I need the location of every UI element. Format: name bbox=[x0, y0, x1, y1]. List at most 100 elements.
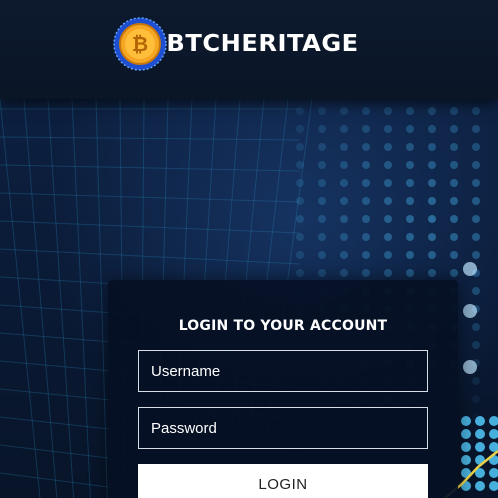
bg-dot bbox=[450, 215, 458, 223]
bg-dot bbox=[318, 197, 326, 205]
bg-dot bbox=[384, 161, 392, 169]
bg-dot bbox=[384, 251, 392, 259]
bg-dot bbox=[362, 215, 370, 223]
bg-dot bbox=[472, 125, 480, 133]
bg-dot bbox=[450, 233, 458, 241]
bg-dot bbox=[362, 233, 370, 241]
bg-dot bbox=[450, 107, 458, 115]
site-logo[interactable]: ₿ BTCHERITAGE bbox=[113, 16, 358, 72]
login-button[interactable]: LOGIN bbox=[138, 464, 428, 498]
bg-dot bbox=[428, 215, 436, 223]
bg-dot bbox=[384, 143, 392, 151]
bg-dot bbox=[340, 107, 348, 115]
bg-dot bbox=[475, 429, 485, 439]
grid-line bbox=[0, 220, 301, 234]
bg-dot bbox=[472, 323, 480, 331]
bg-dot bbox=[318, 233, 326, 241]
bg-dot bbox=[296, 215, 304, 223]
bg-dot bbox=[475, 481, 485, 491]
bg-dot bbox=[472, 197, 480, 205]
svg-text:₿: ₿ bbox=[132, 32, 148, 56]
bg-dot bbox=[296, 269, 304, 277]
bg-dot bbox=[428, 197, 436, 205]
bg-dot bbox=[318, 251, 326, 259]
bg-dot bbox=[463, 304, 477, 318]
bg-dot bbox=[461, 442, 471, 452]
bg-dot bbox=[472, 233, 480, 241]
bg-dot bbox=[296, 107, 304, 115]
login-title: LOGIN TO YOUR ACCOUNT bbox=[178, 318, 388, 334]
bg-dot bbox=[384, 107, 392, 115]
bg-dot bbox=[384, 215, 392, 223]
bg-dot bbox=[296, 251, 304, 259]
bg-dot bbox=[318, 179, 326, 187]
bg-dot bbox=[384, 197, 392, 205]
bg-dot bbox=[428, 251, 436, 259]
bg-dot bbox=[296, 143, 304, 151]
bg-dot bbox=[472, 377, 480, 385]
bg-dot bbox=[461, 416, 471, 426]
bg-dot bbox=[362, 197, 370, 205]
bg-dot bbox=[406, 269, 414, 277]
bg-dot bbox=[340, 215, 348, 223]
bg-dot bbox=[428, 269, 436, 277]
bg-dot bbox=[406, 197, 414, 205]
bg-dot bbox=[472, 107, 480, 115]
bg-dot bbox=[450, 179, 458, 187]
bg-dot bbox=[489, 481, 498, 491]
password-input[interactable] bbox=[138, 407, 428, 449]
bg-dot bbox=[362, 107, 370, 115]
bg-dot bbox=[472, 215, 480, 223]
bg-dot bbox=[428, 107, 436, 115]
bg-dot bbox=[318, 107, 326, 115]
bg-dot bbox=[318, 161, 326, 169]
bg-dot bbox=[428, 161, 436, 169]
bg-dot bbox=[340, 125, 348, 133]
bg-dot bbox=[489, 429, 498, 439]
bg-dot bbox=[384, 233, 392, 241]
bg-dot bbox=[475, 442, 485, 452]
bg-dot bbox=[340, 233, 348, 241]
bg-dot bbox=[463, 360, 477, 374]
bg-dot bbox=[406, 233, 414, 241]
bg-dot bbox=[461, 429, 471, 439]
bg-dot bbox=[475, 416, 485, 426]
bg-dot bbox=[318, 143, 326, 151]
bg-dot bbox=[406, 251, 414, 259]
bg-dot bbox=[340, 143, 348, 151]
grid-line bbox=[0, 248, 301, 265]
bg-dot bbox=[296, 233, 304, 241]
bg-dot bbox=[461, 455, 471, 465]
bg-dot bbox=[489, 468, 498, 478]
grid-line bbox=[95, 99, 108, 498]
bg-dot bbox=[318, 125, 326, 133]
bg-dot bbox=[428, 179, 436, 187]
bg-dot bbox=[362, 179, 370, 187]
bitcoin-coin-icon: ₿ bbox=[113, 17, 167, 71]
bg-dot bbox=[428, 233, 436, 241]
bg-dot bbox=[318, 215, 326, 223]
bg-dot bbox=[472, 143, 480, 151]
bg-dot bbox=[450, 161, 458, 169]
bg-dot bbox=[463, 262, 477, 276]
grid-line bbox=[0, 99, 41, 498]
bg-dot bbox=[450, 269, 458, 277]
bg-dot bbox=[428, 143, 436, 151]
login-panel: LOGIN TO YOUR ACCOUNT LOGIN bbox=[108, 280, 458, 498]
bg-dot bbox=[406, 125, 414, 133]
bg-dot bbox=[296, 125, 304, 133]
bg-dot bbox=[362, 161, 370, 169]
bg-dot bbox=[340, 197, 348, 205]
username-input[interactable] bbox=[138, 350, 428, 392]
bg-dot bbox=[296, 161, 304, 169]
bg-dot bbox=[362, 251, 370, 259]
bg-dot bbox=[318, 269, 326, 277]
bg-dot bbox=[450, 125, 458, 133]
bg-dot bbox=[472, 395, 480, 403]
bg-dot bbox=[472, 161, 480, 169]
bg-dot bbox=[489, 416, 498, 426]
bg-dot bbox=[296, 179, 304, 187]
brand-name: BTCHERITAGE bbox=[166, 31, 359, 57]
bg-dot bbox=[384, 269, 392, 277]
bg-dot bbox=[340, 179, 348, 187]
